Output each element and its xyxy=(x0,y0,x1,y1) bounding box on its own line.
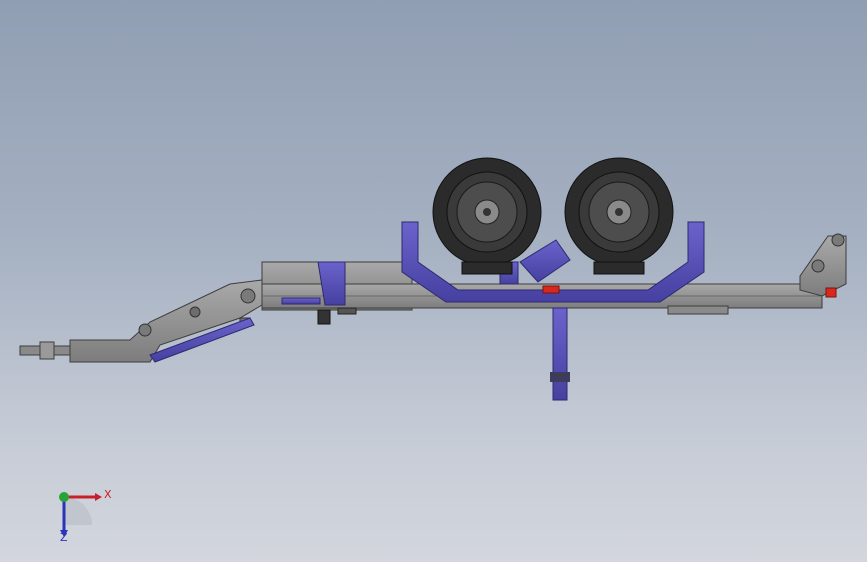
rear-tow-plate xyxy=(799,233,847,298)
spare-tire-front xyxy=(432,157,542,275)
coordinate-triad: X Z xyxy=(59,488,112,544)
x-axis-label: X xyxy=(104,488,112,501)
center-reflector xyxy=(542,285,560,294)
jack-stand xyxy=(550,307,570,401)
origin-dot xyxy=(59,492,69,502)
spare-tire-rear xyxy=(564,157,674,275)
trailer-model[interactable]: X Z xyxy=(0,0,867,562)
rear-reflector xyxy=(825,287,837,298)
cad-viewport[interactable]: X Z xyxy=(0,0,867,562)
z-axis-label: Z xyxy=(60,531,68,544)
hitch-coupler xyxy=(19,341,73,360)
